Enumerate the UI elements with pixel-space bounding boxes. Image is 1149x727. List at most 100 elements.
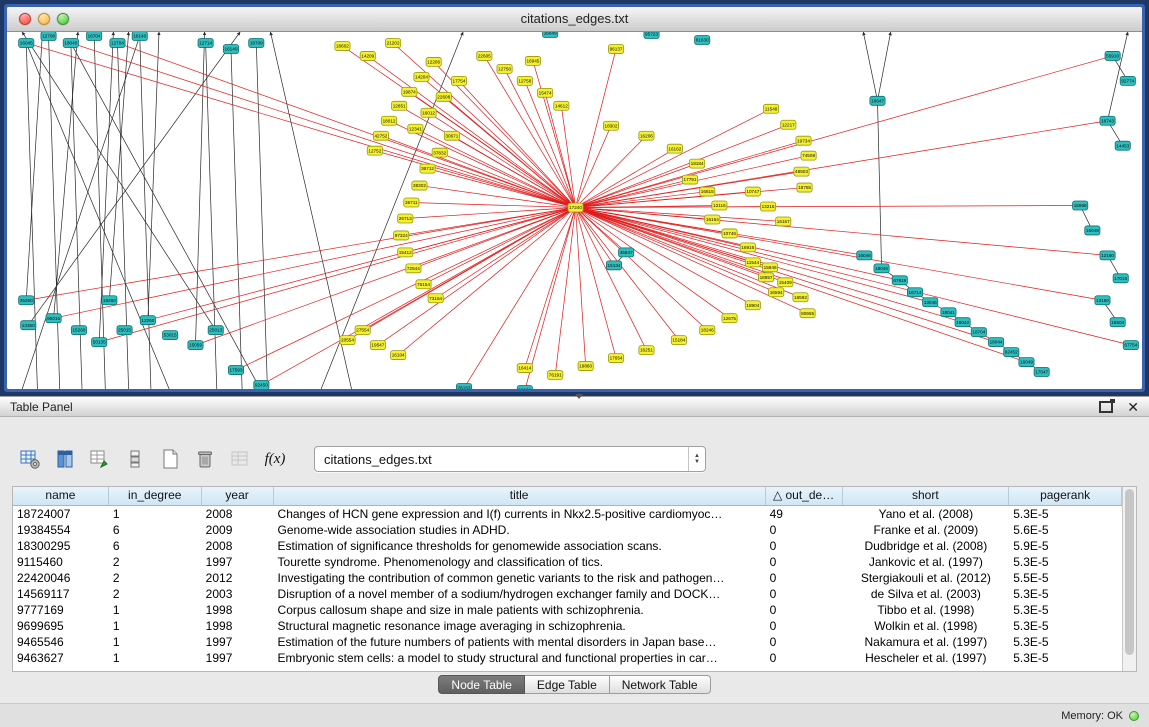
graph-node[interactable]: 16206 [639,131,654,140]
graph-node[interactable]: 42752 [373,131,388,140]
graph-node[interactable]: 15409 [778,278,793,287]
table-row[interactable]: 1456911722003Disruption of a novel membe… [13,586,1122,602]
graph-edge[interactable] [878,101,882,269]
graph-node[interactable]: 14209 [360,51,375,60]
table-row[interactable]: 946362711997Embryonic stem cells: a mode… [13,650,1122,666]
graph-node[interactable]: 12708 [41,32,56,40]
graph-edge[interactable] [117,43,128,389]
column-header-year[interactable]: year [202,487,274,505]
graph-edge[interactable] [424,208,576,285]
graph-node[interactable]: 18957 [758,273,773,282]
graph-node[interactable]: 26713 [398,214,413,223]
graph-edge[interactable] [576,208,1103,301]
graph-edge[interactable] [342,46,575,208]
table-row[interactable]: 1938455462009Genome-wide association stu… [13,522,1122,538]
graph-node[interactable]: 16945 [525,56,540,65]
graph-node[interactable]: 13046 [923,298,938,307]
graph-node[interactable]: 14204 [414,72,429,81]
graph-edge[interactable] [148,208,576,321]
graph-node[interactable]: 25260 [19,296,34,305]
graph-node[interactable]: 16916 [740,243,755,252]
graph-node[interactable]: 12116 [712,201,727,210]
graph-node[interactable]: 12851 [392,101,407,110]
graph-node[interactable]: 16704 [87,32,102,40]
graph-node[interactable]: 25015 [117,326,132,335]
graph-node[interactable]: 16714 [907,288,922,297]
graph-edge[interactable] [99,208,575,343]
graph-node[interactable]: 45847 [619,248,634,257]
graph-edge[interactable] [576,208,1027,363]
graph-node[interactable]: 19874 [402,87,417,96]
graph-node[interactable]: 12758 [517,76,532,85]
graph-edge[interactable] [140,36,151,389]
graph-node[interactable]: 81630 [695,35,710,44]
graph-edge[interactable] [878,32,891,101]
column-header-title[interactable]: title [274,487,766,505]
graph-edge[interactable] [576,121,1108,208]
graph-node[interactable]: 27554 [355,326,370,335]
graph-node[interactable]: 55910 [1105,51,1120,60]
float-panel-icon[interactable] [1099,401,1113,413]
splitter-grip[interactable] [575,394,583,399]
graph-node[interactable]: 12675 [722,314,737,323]
graph-node[interactable]: 19734 [796,136,811,145]
function-builder-icon[interactable]: f(x) [263,447,287,471]
table-function-icon[interactable] [88,447,112,471]
graph-node[interactable]: 12160 [1100,251,1115,260]
graph-node[interactable]: 12752 [367,146,382,155]
table-row[interactable]: 911546021997Tourette syndrome. Phenomeno… [13,554,1122,570]
graph-node[interactable]: 15059 [188,341,203,350]
graph-edge[interactable] [26,32,42,300]
graph-node[interactable]: 19860 [578,362,593,371]
tab-node-table[interactable]: Node Table [438,675,525,694]
graph-node[interactable]: 72544 [406,264,421,273]
graph-edge[interactable] [270,32,351,389]
graph-node[interactable]: 18755 [797,183,812,192]
graph-node[interactable]: 13160 [1095,296,1110,305]
graph-edge[interactable] [428,169,576,208]
graph-node[interactable]: 16504 [1110,318,1125,327]
graph-edge[interactable] [429,113,576,208]
graph-node[interactable]: 12704 [110,38,125,47]
graph-node[interactable]: 17010 [1113,274,1128,283]
graph-edge[interactable] [348,208,576,341]
graph-edge[interactable] [148,32,159,320]
graph-edge[interactable] [576,180,691,208]
graph-node[interactable]: 76154 [416,280,431,289]
graph-node[interactable]: 16167 [776,217,791,226]
graph-node[interactable]: 10746 [722,229,737,238]
graph-node[interactable]: 13216 [760,202,775,211]
graph-node[interactable]: 18044 [988,338,1003,347]
graph-node[interactable]: 15184 [671,336,686,345]
graph-node[interactable]: 11548 [763,104,778,113]
graph-node[interactable]: 92774 [1120,76,1135,85]
graph-node[interactable]: 18012 [381,116,396,125]
graph-node[interactable]: 20554 [340,336,355,345]
graph-edge[interactable] [863,32,877,101]
graph-edge[interactable] [576,208,586,367]
graph-node[interactable]: 16012 [421,108,436,117]
network-window-titlebar[interactable]: citations_edges.txt [7,7,1142,32]
column-header-in_degree[interactable]: in_degree [109,487,202,505]
graph-node[interactable]: 16140 [223,44,238,53]
table-scrollbar[interactable] [1122,487,1136,671]
graph-node[interactable]: 14453 [1115,141,1130,150]
graph-node[interactable]: 18260 [102,296,117,305]
graph-node[interactable]: 17791 [682,175,697,184]
graph-node[interactable]: 25013 [208,326,223,335]
graph-node[interactable]: 74508 [801,151,816,160]
graph-node[interactable]: 36712 [420,164,435,173]
scrollbar-thumb[interactable] [1125,489,1134,655]
graph-node[interactable]: 53015 [163,331,178,340]
graph-node[interactable]: 22608 [436,92,451,101]
graph-node[interactable]: 17047 [1034,368,1049,377]
graph-node[interactable]: 30671 [444,131,459,140]
graph-edge[interactable] [22,36,140,389]
graph-node[interactable]: 16594 [769,288,784,297]
graph-edge[interactable] [440,153,576,208]
graph-node[interactable]: 18704 [971,328,986,337]
table-row[interactable]: 1830029562008Estimation of significance … [13,538,1122,554]
graph-node[interactable]: 19547 [370,341,385,350]
graph-node[interactable]: 16104 [391,351,406,360]
table-row[interactable]: 2242004622012Investigating the contribut… [13,570,1122,586]
